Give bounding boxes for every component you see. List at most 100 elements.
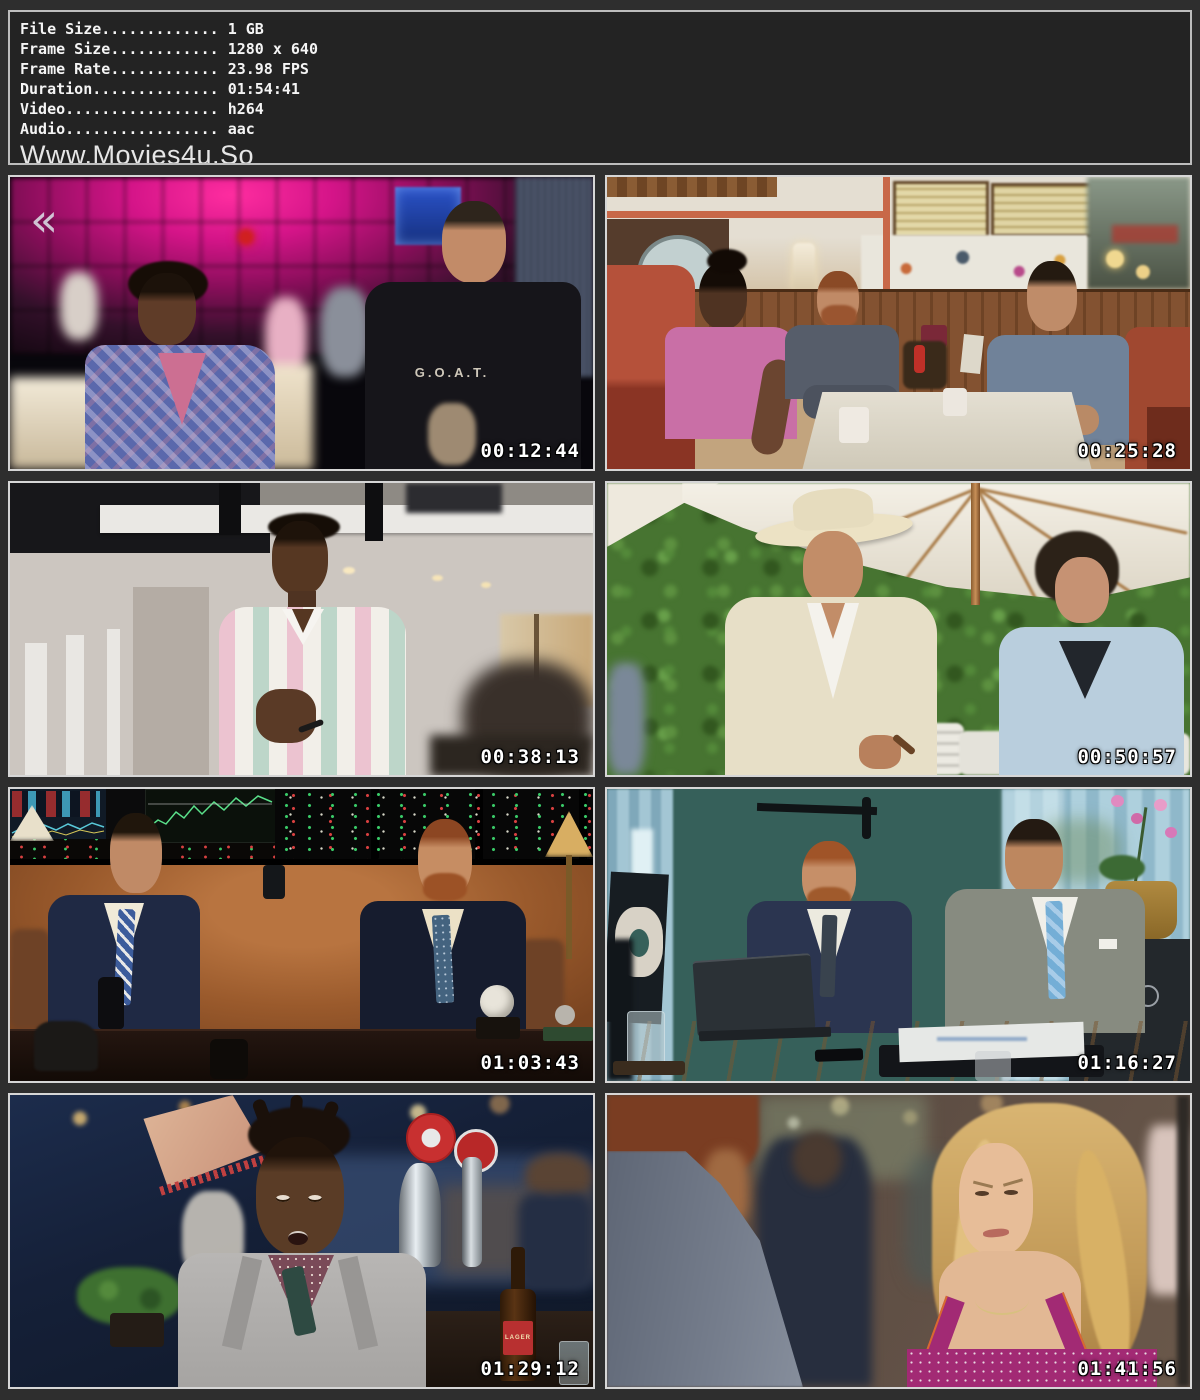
ketchup-bottle [914, 345, 925, 373]
wall-camera [263, 865, 285, 899]
pocket-square [1099, 939, 1117, 949]
crowd-figure [320, 287, 370, 377]
man-left-head [138, 273, 196, 345]
movie-still-6: 01:16:27 [605, 787, 1192, 1083]
chrome-tap-pipe [462, 1157, 482, 1267]
meta-label: File Size [20, 20, 101, 38]
meta-label: Audio [20, 120, 65, 138]
laptop-screen [692, 953, 815, 1037]
gold-necklace [975, 1285, 1029, 1315]
man-open-mouth [288, 1231, 308, 1245]
man-dread-spike [289, 1095, 303, 1128]
ceiling-slats [607, 177, 777, 197]
coffee-mug [839, 407, 869, 443]
timestamp: 00:50:57 [1077, 746, 1177, 768]
document-text-smudge [937, 1037, 1027, 1041]
dot-leader: ............ [110, 60, 218, 78]
goat-shirt-text: G.O.A.T. [410, 365, 494, 380]
bottle-label-text: LAGER [503, 1335, 533, 1341]
man-middle-beard [821, 305, 857, 327]
dot-leader: ............. [101, 20, 218, 38]
coaster-tray [613, 1061, 685, 1075]
beer-tap-badge [406, 1113, 456, 1163]
timestamp: 00:12:44 [480, 440, 580, 462]
screenshot-preview-sheet: File Size.............1 GB Frame Size...… [0, 0, 1200, 1389]
doorframe-dark-edge [1177, 1095, 1190, 1387]
balcony-furniture [406, 483, 502, 513]
meta-line-video: Video.................h264 [20, 99, 1190, 119]
terracotta-beam [607, 211, 884, 218]
meta-line-frame-rate: Frame Rate............23.98 FPS [20, 59, 1190, 79]
timestamp: 01:41:56 [1077, 1358, 1177, 1380]
window-sign-reflection [1112, 225, 1178, 243]
timestamp: 00:38:13 [480, 746, 580, 768]
candlestick-chart-screen [145, 789, 277, 843]
man-left-head [803, 531, 863, 605]
pastel-striped-shirt [219, 607, 406, 777]
meta-value: 1280 x 640 [219, 40, 318, 58]
club-logo-chevron-icon: « [30, 197, 58, 243]
man-right-blue-striped-tie [1045, 901, 1065, 1000]
door-trim [25, 643, 47, 777]
man-eye [308, 1195, 322, 1202]
crowd-figure [60, 272, 98, 340]
stock-chart-line [146, 790, 274, 840]
man-head [272, 521, 328, 595]
meta-line-duration: Duration..............01:54:41 [20, 79, 1190, 99]
globe-lamp [1136, 265, 1150, 279]
man-eye [276, 1195, 290, 1202]
timestamp: 01:29:12 [480, 1358, 580, 1380]
meta-line-file-size: File Size.............1 GB [20, 19, 1190, 39]
clasped-hands [256, 689, 316, 743]
leather-chair [10, 929, 50, 1029]
media-info-panel: File Size.............1 GB Frame Size...… [8, 10, 1192, 165]
woman-eye [1004, 1190, 1018, 1195]
dot-leader: ................. [65, 120, 219, 138]
glass-ornament [975, 1051, 1011, 1081]
dot-leader: ................. [65, 100, 219, 118]
man-left-head [699, 263, 747, 329]
water-glass [627, 1011, 665, 1067]
wall-hook [862, 797, 871, 839]
balcony-post [219, 483, 241, 535]
meta-line-frame-size: Frame Size............1280 x 640 [20, 39, 1190, 59]
meta-value: aac [219, 120, 255, 138]
timestamp: 01:16:27 [1077, 1052, 1177, 1074]
smartphone [815, 1048, 863, 1062]
screenshot-grid: « G.O.A.T. 00:12:44 [8, 175, 1192, 1389]
red-grid-panel [12, 791, 100, 817]
globe-lamp [1106, 250, 1124, 268]
recessed-light [343, 567, 355, 574]
orchid-flower [1154, 799, 1167, 811]
chrome-beer-tap [399, 1163, 441, 1267]
door-trim [66, 635, 84, 777]
meta-label: Video [20, 100, 65, 118]
man-left-dreads [707, 249, 747, 273]
dot-leader: .............. [92, 80, 218, 98]
umbrella-pole [971, 483, 980, 605]
movie-still-1: « G.O.A.T. 00:12:44 [8, 175, 595, 471]
red-light [238, 229, 254, 245]
background-guest [607, 663, 645, 775]
bull-statue [34, 1021, 98, 1071]
meta-line-audio: Audio.................aac [20, 119, 1190, 139]
dot-leader: ............ [110, 40, 218, 58]
black-tumbler [98, 977, 124, 1029]
globe-trophy-base [476, 1017, 520, 1039]
timestamp: 00:25:28 [1077, 440, 1177, 462]
man-right-beard [423, 873, 467, 901]
orchid-leaves [1099, 855, 1145, 881]
menu-board [991, 183, 1095, 237]
doorway [133, 587, 209, 777]
menu-board [893, 181, 989, 239]
goat-shirt-graphic [428, 403, 476, 465]
movie-still-2: 00:25:28 [605, 175, 1192, 471]
terracotta-post [883, 177, 890, 291]
coffee-mug [943, 388, 967, 416]
movie-still-4: 00:50:57 [605, 481, 1192, 777]
beer-bottle-neck [511, 1247, 525, 1295]
door-trim [107, 629, 120, 777]
balcony-rail [100, 505, 593, 533]
meta-label: Frame Size [20, 40, 110, 58]
lamp-pole-right [566, 855, 572, 959]
